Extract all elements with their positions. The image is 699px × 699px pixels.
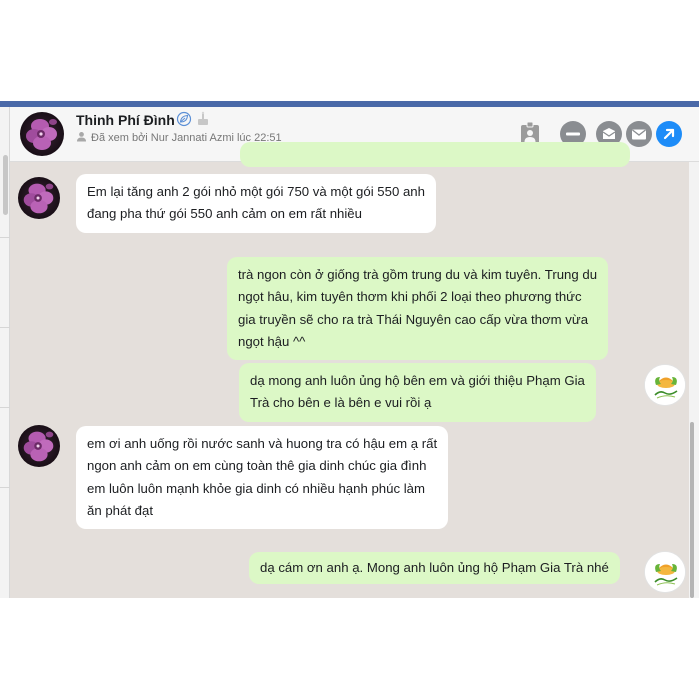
contact-name[interactable]: Thinh Phí Đình <box>76 112 175 128</box>
message-text: dạ cám ơn anh ạ. Mong anh luôn ủng hộ Ph… <box>260 560 609 575</box>
shop-logo-avatar[interactable] <box>644 364 686 406</box>
message-text: dạ mong anh luôn ủng hộ bên em và giới t… <box>250 373 585 388</box>
previous-message-bubble <box>240 142 630 167</box>
message-bubble-outgoing[interactable]: dạ cám ơn anh ạ. Mong anh luôn ủng hộ Ph… <box>249 552 620 585</box>
contact-avatar[interactable] <box>20 112 64 156</box>
message-bubble-outgoing[interactable]: dạ mong anh luôn ủng hộ bên em và giới t… <box>239 363 596 422</box>
message-text: em ơi anh uống rồi nước sanh và huong tr… <box>87 436 438 451</box>
message-text: Em lại tăng anh 2 gói nhỏ một gói 750 và… <box>87 184 425 199</box>
message-text: đang pha thứ gói 550 anh cảm on em rất n… <box>87 206 362 222</box>
message-bubble-incoming[interactable]: em ơi anh uống rồi nước sanh và huong tr… <box>76 426 449 530</box>
message-text: ngọt hâu, kim tuyên thơm khi phối 2 loại… <box>238 289 582 305</box>
message-text: trà ngon còn ở giống trà gồm trung du và… <box>238 267 598 282</box>
message-text: ăn phát đạt <box>87 502 153 518</box>
birthday-cake-icon <box>196 111 210 132</box>
message-text: ngon anh cảm on em cùng toàn thê gia din… <box>87 458 427 474</box>
message-text: Trà cho bên e là bên e vui rồi ạ <box>250 395 432 411</box>
message-text: gia truyền sẽ cho ra trà Thái Nguyên cao… <box>238 311 589 327</box>
message-bubble-incoming[interactable]: Em lại tăng anh 2 gói nhỏ một gói 750 và… <box>76 174 436 233</box>
verified-leaf-icon <box>176 111 192 132</box>
sender-avatar[interactable] <box>18 177 60 219</box>
chat-window: Thinh Phí Đình Đã xem bởi Nur Jannati Az… <box>0 107 699 598</box>
right-scrollbar-thumb[interactable] <box>690 422 694 598</box>
message-bubble-outgoing[interactable]: trà ngon còn ở giống trà gồm trung du và… <box>227 257 609 361</box>
left-scrollbar[interactable] <box>3 155 8 215</box>
message-text: em luôn luôn mạnh khỏe gia dinh có nhiều… <box>87 480 425 496</box>
seen-user-icon <box>76 131 87 145</box>
open-external-icon[interactable] <box>656 121 682 147</box>
message-list[interactable]: Em lại tăng anh 2 gói nhỏ một gói 750 và… <box>10 142 689 598</box>
email-icon[interactable] <box>626 121 652 147</box>
shop-logo-avatar[interactable] <box>644 551 686 593</box>
sender-avatar[interactable] <box>18 425 60 467</box>
message-text: ngọt hậu ^^ <box>238 333 306 349</box>
